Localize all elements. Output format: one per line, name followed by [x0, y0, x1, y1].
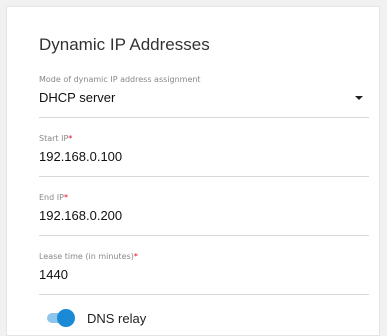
end-ip-underline	[39, 235, 369, 236]
required-mark: *	[68, 134, 73, 143]
lease-time-value: 1440	[39, 267, 68, 282]
end-ip-value: 192.168.0.200	[39, 208, 123, 223]
mode-underline	[39, 117, 369, 118]
mode-label: Mode of dynamic IP address assignment	[39, 75, 201, 84]
start-ip-underline	[39, 176, 369, 177]
required-mark: *	[133, 252, 138, 261]
start-ip-label: Start IP*	[39, 134, 73, 143]
dynamic-ip-panel: Dynamic IP Addresses Mode of dynamic IP …	[6, 6, 380, 336]
lease-time-underline	[39, 294, 369, 295]
dns-relay-label: DNS relay	[87, 311, 147, 326]
chevron-down-icon	[355, 96, 363, 100]
panel-title: Dynamic IP Addresses	[39, 35, 210, 54]
end-ip-label: End IP*	[39, 193, 68, 202]
required-mark: *	[63, 193, 68, 202]
mode-value: DHCP server	[39, 90, 116, 105]
dns-relay-row: DNS relay	[39, 309, 239, 329]
lease-time-label: Lease time (in minutes)*	[39, 252, 138, 261]
dns-relay-toggle-knob[interactable]	[57, 309, 75, 327]
start-ip-value: 192.168.0.100	[39, 149, 123, 164]
